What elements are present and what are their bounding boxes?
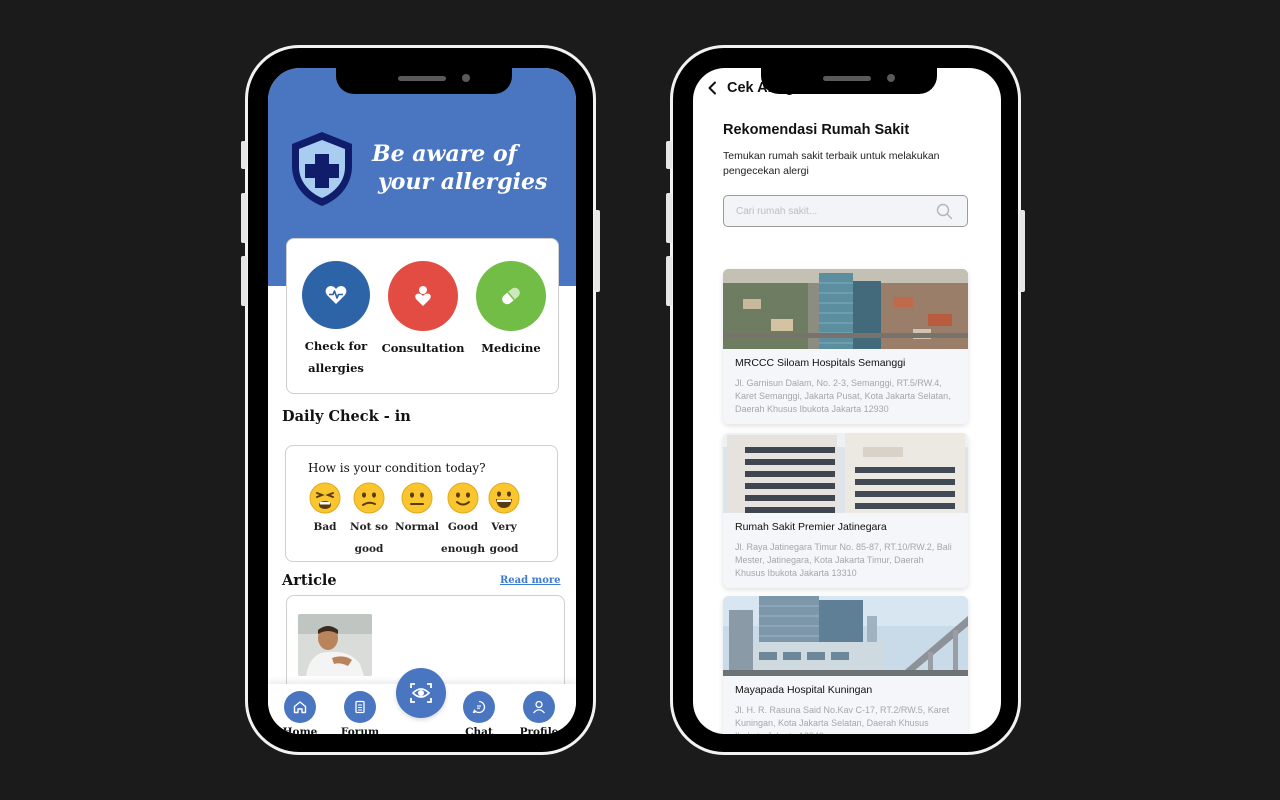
hospital-photo-mrccc — [723, 269, 968, 349]
category-card: Check for allergies Consultation Medicin… — [286, 238, 559, 394]
scan-button[interactable] — [396, 668, 446, 718]
search-icon[interactable] — [936, 203, 953, 220]
section-description: Temukan rumah sakit terbaik untuk melaku… — [723, 150, 940, 177]
phone-volume-down-button — [666, 256, 672, 306]
phone-notch — [761, 68, 937, 94]
confused-face-icon — [353, 482, 385, 514]
read-more-link[interactable]: Read more — [500, 575, 561, 586]
home-icon — [284, 691, 316, 723]
pill-icon — [476, 261, 546, 331]
medicine-button[interactable]: Medicine — [467, 261, 555, 359]
hospital-address: Jl. Raya Jatinegara Timur No. 85-87, RT.… — [735, 542, 952, 578]
chat-bubble-icon — [463, 691, 495, 723]
phone-volume-down-button — [241, 256, 247, 306]
section-title: Rekomendasi Rumah Sakit — [723, 122, 910, 138]
slightly-smiling-face-icon — [447, 482, 479, 514]
hospital-search-bar — [723, 195, 968, 227]
hospital-search-input[interactable] — [736, 203, 926, 219]
nav-home-button[interactable]: Home — [270, 691, 330, 734]
doctor-heart-icon — [388, 261, 458, 331]
phone-power-button — [594, 210, 600, 292]
user-icon — [523, 691, 555, 723]
daily-checkin-card: How is your condition today? Bad Not so … — [285, 445, 558, 562]
hospital-name: MRCCC Siloam Hospitals Semanggi — [735, 357, 906, 369]
heart-pulse-icon — [302, 261, 370, 329]
hospital-photo-mayapada-kuningan — [723, 596, 968, 676]
phone-mute-switch — [666, 141, 672, 169]
nav-forum-button[interactable]: Forum — [330, 691, 390, 734]
neutral-face-icon — [401, 482, 433, 514]
shield-cross-icon — [292, 132, 352, 206]
phone-volume-up-button — [241, 193, 247, 243]
clipboard-icon — [344, 691, 376, 723]
scan-eye-icon — [410, 683, 432, 703]
nav-home-label: Home — [282, 726, 318, 734]
medicine-label: Medicine — [481, 341, 541, 355]
hospital-card[interactable]: Rumah Sakit Premier Jatinegara Jl. Raya … — [723, 433, 968, 588]
tired-face-icon — [309, 482, 341, 514]
consultation-button[interactable]: Consultation — [379, 261, 467, 359]
hospital-name: Rumah Sakit Premier Jatinegara — [735, 521, 887, 533]
phone-frame-right: Cek Alergi Rekomendasi Rumah Sakit Temuk… — [666, 45, 1025, 755]
daily-checkin-heading: Daily Check - in — [282, 408, 411, 425]
grinning-face-icon — [488, 482, 520, 514]
article-thumbnail-image — [298, 614, 372, 676]
hero-title-line-1: Be aware of — [372, 141, 518, 167]
mood-very-good-button[interactable]: Very good — [476, 482, 532, 560]
check-allergies-label: Check for allergies — [304, 339, 368, 375]
hospital-address: Jl. H. R. Rasuna Said No.Kav C-17, RT.2/… — [735, 705, 950, 734]
nav-forum-label: Forum — [340, 726, 380, 734]
nav-profile-label: Profile — [519, 726, 559, 734]
hospital-address: Jl. Garnisun Dalam, No. 2-3, Semanggi, R… — [735, 378, 951, 414]
back-chevron-icon[interactable] — [707, 81, 717, 95]
hospital-photo-premier-jatinegara — [723, 433, 968, 513]
hospital-name: Mayapada Hospital Kuningan — [735, 684, 873, 696]
mood-very-good-label: Very good — [489, 521, 519, 555]
nav-chat-button[interactable]: Chat — [449, 691, 509, 734]
nav-profile-button[interactable]: Profile — [509, 691, 569, 734]
phone-notch — [336, 68, 512, 94]
consultation-label: Consultation — [381, 341, 465, 355]
hospital-card[interactable]: MRCCC Siloam Hospitals Semanggi Jl. Garn… — [723, 269, 968, 424]
phone-power-button — [1019, 210, 1025, 292]
phone-volume-up-button — [666, 193, 672, 243]
hospital-recommendation-screen: Cek Alergi Rekomendasi Rumah Sakit Temuk… — [693, 68, 1001, 734]
nav-chat-label: Chat — [465, 726, 493, 734]
allergy-app-home-screen: Be aware of your allergies Check for all… — [268, 68, 576, 734]
hero-title: Be aware of your allergies — [372, 140, 572, 196]
phone-mute-switch — [241, 141, 247, 169]
article-heading: Article — [282, 572, 337, 589]
condition-question: How is your condition today? — [308, 461, 486, 475]
hero-title-line-2: your allergies — [378, 169, 548, 195]
phone-frame-left: Be aware of your allergies Check for all… — [241, 45, 600, 755]
check-allergies-button[interactable]: Check for allergies — [292, 261, 380, 379]
hospital-card[interactable]: Mayapada Hospital Kuningan Jl. H. R. Ras… — [723, 596, 968, 734]
